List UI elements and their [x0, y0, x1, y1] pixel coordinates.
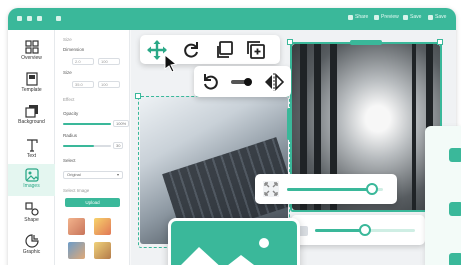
grid-icon	[24, 40, 39, 54]
toggle-icon[interactable]	[231, 78, 253, 86]
resize-handle[interactable]	[287, 39, 293, 45]
sidebar-item-images[interactable]: Images	[8, 164, 55, 196]
dimension-label: Dimension	[63, 47, 85, 52]
upload-button[interactable]: Upload	[65, 198, 120, 207]
sidebar-item-template[interactable]: Template	[8, 72, 55, 96]
radius-label: Radius	[63, 133, 78, 138]
image-thumbnail[interactable]	[68, 242, 85, 259]
sidebar-item-text[interactable]: Text	[8, 138, 55, 162]
shape-icon	[24, 202, 39, 216]
image-icon	[24, 168, 39, 182]
opacity-slider-fill	[63, 123, 111, 125]
redo-icon[interactable]	[37, 16, 42, 21]
checkbox-checked[interactable]	[449, 253, 461, 265]
sidebar-item-label: Graphic	[22, 249, 41, 255]
resize-handle[interactable]	[135, 93, 141, 99]
share-icon	[348, 14, 353, 20]
image-thumbnail[interactable]	[68, 218, 85, 235]
template-icon	[25, 72, 38, 86]
sidebar-item-label: Template	[21, 87, 42, 93]
image-placeholder-card[interactable]	[168, 218, 300, 265]
preview-icon	[374, 14, 379, 20]
floating-toolbar	[140, 35, 280, 64]
save-icon	[403, 14, 408, 20]
download-icon	[428, 14, 433, 20]
save-menu[interactable]: Save	[403, 14, 421, 20]
filter-select[interactable]: Original ▾	[63, 171, 123, 179]
chevron-down-icon: ▾	[116, 172, 119, 177]
zoom-slider-fill	[287, 188, 369, 191]
adjust-slider-fill	[315, 229, 365, 232]
image-thumbnail[interactable]	[94, 242, 111, 259]
image-icon	[181, 238, 269, 265]
sidebar-item-background[interactable]: Background	[8, 104, 55, 128]
sidebar-item-label: Background	[18, 119, 45, 125]
opacity-label: Opacity	[63, 111, 79, 116]
sidebar-item-shape[interactable]: Shape	[8, 202, 55, 226]
floating-toolbar-secondary	[194, 66, 291, 97]
background-icon	[24, 105, 38, 118]
checkbox-checked[interactable]	[449, 148, 461, 162]
sidebar-item-label: Text	[26, 153, 37, 159]
size-width-input[interactable]: 35.0	[72, 81, 94, 88]
size-height-input[interactable]: 100	[98, 81, 120, 88]
sidebar-item-graphic[interactable]: Graphic	[8, 234, 55, 258]
rotate-icon[interactable]	[182, 41, 200, 59]
image-thumbnail[interactable]	[94, 218, 111, 235]
size-label: Size	[63, 70, 72, 75]
resize-handle-left[interactable]	[287, 108, 292, 140]
select-label: Select	[63, 158, 76, 163]
opacity-slider[interactable]	[63, 123, 111, 125]
checkbox-checked[interactable]	[449, 202, 461, 216]
section-select-image-header: Select Image	[63, 188, 90, 193]
filter-select-value: Original	[67, 172, 81, 177]
adjust-control	[291, 215, 425, 245]
add-layer-icon[interactable]	[247, 41, 265, 59]
edit-icon[interactable]	[56, 16, 61, 21]
undo-icon[interactable]	[27, 16, 32, 21]
preview-menu[interactable]: Preview	[374, 14, 399, 20]
dimension-height-input[interactable]: 100	[98, 58, 120, 65]
sidebar: Overview Template Background Text Images…	[8, 30, 55, 265]
radius-slider-fill	[63, 145, 95, 147]
top-bar: Share Preview Save Save	[8, 8, 456, 30]
opacity-value: 100%	[113, 120, 130, 127]
sidebar-item-label: Overview	[21, 55, 42, 61]
dimension-width-input[interactable]: 2.0	[72, 58, 94, 65]
cursor-icon	[164, 54, 178, 72]
checklist-card	[425, 126, 461, 265]
text-icon	[26, 139, 38, 152]
graphic-icon	[24, 234, 39, 248]
expand-icon[interactable]	[263, 181, 279, 197]
save-menu-2[interactable]: Save	[428, 14, 446, 20]
share-menu[interactable]: Share	[348, 14, 368, 20]
properties-panel: Size Dimension 2.0 100 Size 35.0 100 Eff…	[55, 30, 130, 265]
section-effect-header: Effect	[63, 97, 75, 102]
resize-handle-top[interactable]	[350, 40, 382, 45]
resize-handle[interactable]	[437, 39, 443, 45]
sidebar-item-overview[interactable]: Overview	[8, 40, 55, 64]
radius-value: 30	[113, 142, 124, 149]
adjust-slider-knob[interactable]	[359, 224, 371, 236]
menu-icon[interactable]	[17, 16, 22, 21]
sidebar-item-label: Images	[23, 183, 40, 189]
zoom-control	[255, 174, 397, 204]
section-size-header: Size	[63, 37, 72, 42]
duplicate-icon[interactable]	[215, 41, 233, 59]
zoom-slider-knob[interactable]	[366, 183, 378, 195]
radius-slider[interactable]	[63, 145, 111, 147]
rotate-ccw-icon[interactable]	[202, 73, 220, 91]
sidebar-item-label: Shape	[24, 217, 39, 223]
flip-horizontal-icon[interactable]	[264, 73, 284, 91]
